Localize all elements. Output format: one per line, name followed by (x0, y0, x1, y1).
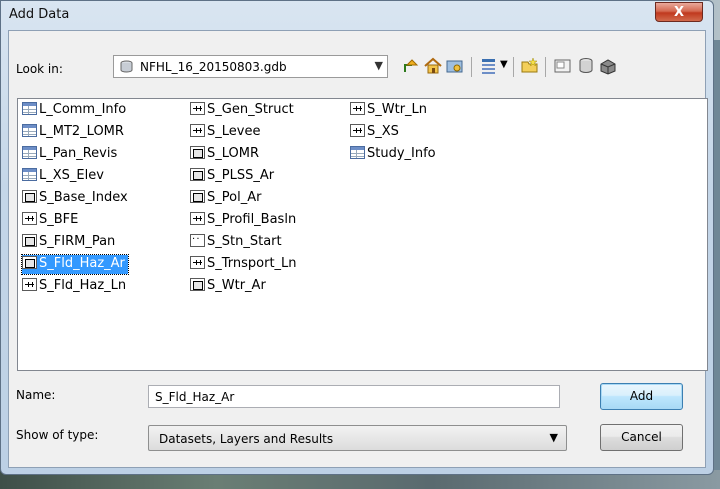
home-icon[interactable] (423, 56, 443, 76)
new-geodatabase-icon[interactable] (576, 56, 596, 76)
list-item[interactable]: L_MT2_LOMR (22, 123, 127, 142)
list-item-label: S_Gen_Struct (207, 102, 294, 117)
table-icon (22, 102, 37, 115)
list-item-label: S_Levee (207, 124, 261, 139)
look-in-label: Look in: (16, 62, 63, 76)
name-input[interactable] (148, 385, 560, 408)
file-list[interactable]: L_Comm_Info L_MT2_LOMR L_Pan_Revis L_XS_… (17, 98, 708, 371)
catalog-icon[interactable] (553, 56, 573, 76)
add-button[interactable]: Add (600, 383, 683, 410)
show-of-type-label: Show of type: (16, 428, 99, 442)
look-in-dropdown[interactable]: NFHL_16_20150803.gdb ▼ (113, 55, 388, 78)
look-in-value: NFHL_16_20150803.gdb (140, 60, 287, 74)
toolbar-separator (513, 57, 514, 77)
list-item[interactable]: S_FIRM_Pan (22, 233, 118, 252)
show-of-type-value: Datasets, Layers and Results (159, 432, 334, 446)
list-item[interactable]: L_Comm_Info (22, 101, 129, 120)
list-item-label: S_Pol_Ar (207, 190, 262, 205)
list-item[interactable]: S_PLSS_Ar (190, 167, 277, 186)
cancel-button[interactable]: Cancel (600, 424, 683, 451)
line-feature-class-icon (190, 212, 205, 225)
list-item[interactable]: S_Levee (190, 123, 263, 142)
list-item[interactable]: S_Pol_Ar (190, 189, 264, 208)
dialog-title: Add Data (9, 7, 70, 22)
geodatabase-icon (120, 60, 133, 73)
chevron-down-icon: ▼ (549, 431, 558, 444)
list-item-label: S_Wtr_Ar (207, 278, 266, 293)
view-list-icon[interactable] (480, 56, 500, 76)
list-item-label: S_Base_Index (39, 190, 128, 205)
list-item-label: L_Pan_Revis (39, 146, 118, 161)
polygon-feature-class-icon (190, 168, 205, 181)
list-item-label: L_XS_Elev (39, 168, 104, 183)
chevron-down-icon: ▼ (374, 59, 383, 72)
list-item[interactable]: Study_Info (350, 145, 439, 164)
line-feature-class-icon (190, 124, 205, 137)
list-item-label: S_Trnsport_Ln (207, 256, 297, 271)
list-item-selected[interactable]: S_Fld_Haz_Ar (21, 254, 129, 275)
table-icon (22, 124, 37, 137)
list-item[interactable]: S_BFE (22, 211, 81, 230)
list-item-label: S_Fld_Haz_Ar (39, 256, 125, 271)
toolbar-separator (545, 57, 546, 77)
line-feature-class-icon (350, 102, 365, 115)
list-item[interactable]: S_Trnsport_Ln (190, 255, 300, 274)
connect-folder-icon[interactable] (445, 56, 465, 76)
list-item-label: L_MT2_LOMR (39, 124, 124, 139)
list-item-label: L_Comm_Info (39, 102, 127, 117)
polygon-feature-class-icon (190, 190, 205, 203)
list-item[interactable]: S_LOMR (190, 145, 262, 164)
list-item[interactable]: S_Stn_Start (190, 231, 285, 252)
list-item[interactable]: S_Fld_Haz_Ln (22, 277, 129, 296)
list-item-label: S_FIRM_Pan (39, 234, 116, 249)
list-item[interactable]: S_Gen_Struct (190, 101, 297, 120)
list-item-label: S_Fld_Haz_Ln (39, 278, 127, 293)
list-item-label: S_BFE (39, 212, 79, 227)
list-item[interactable]: S_Profil_Basln (190, 211, 299, 230)
point-feature-class-icon (190, 231, 205, 249)
new-folder-icon[interactable] (520, 56, 540, 76)
list-item-label: S_PLSS_Ar (207, 168, 275, 183)
toolbox-icon[interactable] (598, 56, 618, 76)
polygon-feature-class-icon (22, 256, 37, 269)
name-label: Name: (16, 388, 56, 402)
table-icon (22, 168, 37, 181)
list-item-label: S_XS (367, 124, 399, 139)
list-item-label: S_Profil_Basln (207, 212, 297, 227)
close-button[interactable]: X (655, 2, 703, 22)
line-feature-class-icon (22, 278, 37, 291)
polygon-feature-class-icon (190, 278, 205, 291)
list-item[interactable]: S_Wtr_Ar (190, 277, 269, 296)
up-one-level-icon[interactable] (401, 56, 421, 76)
list-item-label: S_Stn_Start (207, 234, 282, 249)
list-item[interactable]: S_XS (350, 123, 402, 142)
polygon-feature-class-icon (190, 146, 205, 159)
line-feature-class-icon (190, 256, 205, 269)
polygon-feature-class-icon (22, 234, 37, 247)
list-item-label: S_Wtr_Ln (367, 102, 428, 117)
line-feature-class-icon (190, 102, 205, 115)
line-feature-class-icon (22, 212, 37, 225)
list-item[interactable]: S_Base_Index (22, 189, 131, 208)
show-of-type-dropdown[interactable]: Datasets, Layers and Results ▼ (148, 425, 567, 451)
toolbar-separator (471, 57, 472, 77)
list-item[interactable]: S_Wtr_Ln (350, 101, 430, 120)
list-item[interactable]: L_Pan_Revis (22, 145, 120, 164)
list-item-label: Study_Info (367, 146, 436, 161)
line-feature-class-icon (350, 124, 365, 137)
table-icon (22, 146, 37, 159)
view-dropdown-chevron-icon[interactable]: ▼ (500, 59, 508, 70)
list-item-label: S_LOMR (207, 146, 260, 161)
table-icon (350, 146, 365, 159)
list-item[interactable]: L_XS_Elev (22, 167, 107, 186)
polygon-feature-class-icon (22, 190, 37, 203)
title-bar[interactable]: Add Data X (1, 1, 713, 29)
